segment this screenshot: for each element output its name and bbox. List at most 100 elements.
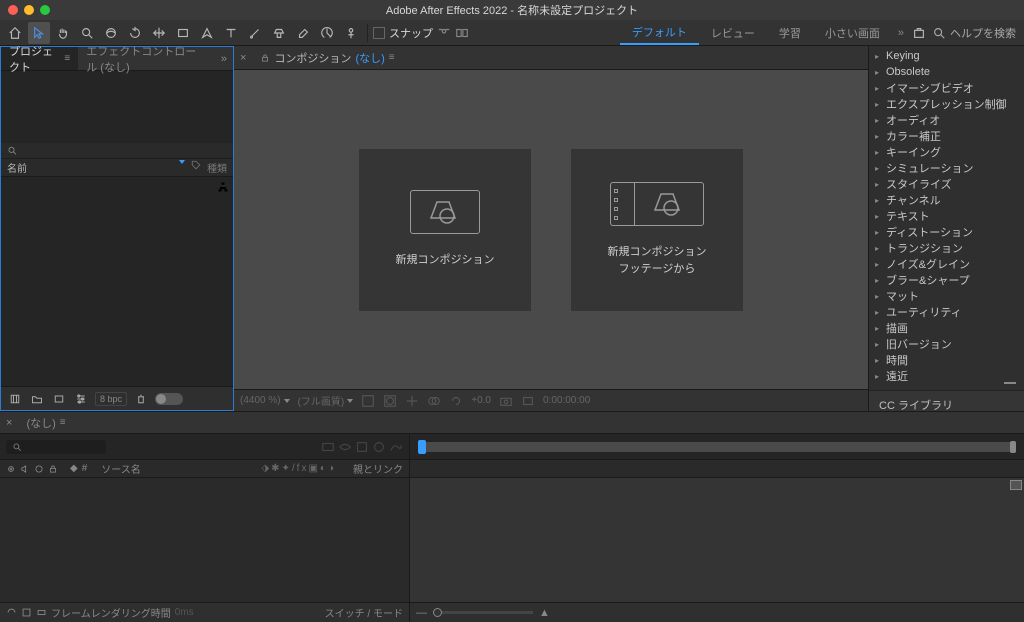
panel-menu-icon[interactable]: ≡ bbox=[389, 52, 395, 63]
minimize-icon[interactable] bbox=[24, 5, 34, 15]
toggle-2-icon[interactable] bbox=[21, 607, 32, 618]
channel-icon[interactable] bbox=[427, 394, 441, 408]
show-snapshot-icon[interactable] bbox=[521, 394, 535, 408]
snapshot-icon[interactable] bbox=[499, 394, 513, 408]
column-type[interactable]: 種類 bbox=[207, 160, 227, 175]
clone-stamp-tool[interactable] bbox=[268, 22, 290, 44]
panel-overflow[interactable]: » bbox=[215, 53, 233, 65]
effect-category[interactable]: ▸ブラー&シャープ bbox=[869, 272, 1024, 288]
frame-blend-icon[interactable] bbox=[355, 440, 369, 454]
project-search-input[interactable] bbox=[21, 145, 227, 156]
zoom-slider[interactable] bbox=[433, 611, 533, 614]
puppet-pin-tool[interactable] bbox=[340, 22, 362, 44]
time-navigator-bar[interactable] bbox=[418, 442, 1016, 452]
time-ruler[interactable] bbox=[410, 460, 1024, 478]
effect-category[interactable]: ▸描画 bbox=[869, 320, 1024, 336]
maximize-icon[interactable] bbox=[40, 5, 50, 15]
snap-options-icon[interactable] bbox=[437, 26, 451, 40]
effect-category[interactable]: ▸オーディオ bbox=[869, 112, 1024, 128]
workspace-review[interactable]: レビュー bbox=[699, 20, 767, 45]
selection-tool[interactable] bbox=[28, 22, 50, 44]
new-folder-icon[interactable] bbox=[29, 391, 45, 407]
rectangle-tool[interactable] bbox=[172, 22, 194, 44]
project-search[interactable] bbox=[1, 143, 233, 159]
tab-project[interactable]: プロジェクト ≡ bbox=[1, 47, 78, 70]
delete-icon[interactable] bbox=[133, 391, 149, 407]
timeline-layer-list[interactable] bbox=[0, 478, 409, 602]
mask-icon[interactable] bbox=[383, 394, 397, 408]
panel-menu-icon[interactable]: ≡ bbox=[60, 417, 66, 428]
column-name[interactable]: 名前 bbox=[7, 160, 27, 175]
lock-icon[interactable] bbox=[48, 464, 58, 474]
parent-link-header[interactable]: 親とリンク bbox=[353, 461, 403, 476]
toggle-switches-icon[interactable] bbox=[6, 607, 17, 618]
composition-tab[interactable]: コンポジション (なし) ≡ bbox=[252, 50, 402, 66]
source-name-header[interactable]: ソース名 bbox=[101, 461, 141, 476]
time-navigator-end-handle[interactable] bbox=[1010, 441, 1016, 453]
new-comp-from-footage-button[interactable]: 新規コンポジションフッテージから bbox=[571, 149, 743, 311]
interpret-footage-icon[interactable] bbox=[7, 391, 23, 407]
effect-category[interactable]: ▸テキスト bbox=[869, 208, 1024, 224]
effect-category[interactable]: ▸トランジション bbox=[869, 240, 1024, 256]
video-eye-icon[interactable] bbox=[6, 464, 16, 474]
exposure-value[interactable]: +0.0 bbox=[471, 395, 491, 406]
snap-toggle[interactable]: スナップ bbox=[373, 25, 469, 41]
render-toggle[interactable] bbox=[155, 393, 183, 405]
lock-icon[interactable] bbox=[260, 53, 270, 63]
roto-brush-tool[interactable] bbox=[316, 22, 338, 44]
time-navigator-start-handle[interactable] bbox=[418, 440, 426, 454]
snap-bounds-icon[interactable] bbox=[455, 26, 469, 40]
brush-tool[interactable] bbox=[244, 22, 266, 44]
hand-tool[interactable] bbox=[52, 22, 74, 44]
time-navigator[interactable] bbox=[410, 434, 1024, 460]
share-icon[interactable] bbox=[912, 26, 926, 40]
zoom-in-icon[interactable]: ▲ bbox=[539, 607, 550, 619]
shy-icon[interactable] bbox=[338, 440, 352, 454]
type-tool[interactable] bbox=[220, 22, 242, 44]
tab-effect-controls[interactable]: エフェクトコントロール (なし) bbox=[78, 47, 215, 70]
rotate-tool[interactable] bbox=[124, 22, 146, 44]
effect-category[interactable]: ▸カラー補正 bbox=[869, 128, 1024, 144]
timecode-display[interactable]: 0:00:00:00 bbox=[543, 395, 590, 406]
close-tab-icon[interactable]: × bbox=[234, 52, 252, 64]
graph-editor-icon[interactable] bbox=[389, 440, 403, 454]
panel-options-icon[interactable] bbox=[1004, 382, 1016, 384]
new-comp-icon[interactable] bbox=[51, 391, 67, 407]
effect-category[interactable]: ▸チャンネル bbox=[869, 192, 1024, 208]
pen-tool[interactable] bbox=[196, 22, 218, 44]
close-tab-icon[interactable]: × bbox=[0, 417, 18, 429]
effect-category[interactable]: ▸Obsolete bbox=[869, 64, 1024, 80]
pan-behind-tool[interactable] bbox=[148, 22, 170, 44]
audio-speaker-icon[interactable] bbox=[20, 464, 30, 474]
home-button[interactable] bbox=[4, 22, 26, 44]
effect-category[interactable]: ▸スタイライズ bbox=[869, 176, 1024, 192]
help-search[interactable]: ヘルプを検索 bbox=[932, 25, 1016, 41]
effect-category[interactable]: ▸イマーシブビデオ bbox=[869, 80, 1024, 96]
reset-exposure-icon[interactable] bbox=[449, 394, 463, 408]
effect-category[interactable]: ▸エクスプレッション制御 bbox=[869, 96, 1024, 112]
motion-blur-icon[interactable] bbox=[372, 440, 386, 454]
eraser-tool[interactable] bbox=[292, 22, 314, 44]
timeline-search[interactable] bbox=[6, 440, 106, 454]
new-composition-button[interactable]: 新規コンポジション bbox=[359, 149, 531, 311]
effect-category[interactable]: ▸シミュレーション bbox=[869, 160, 1024, 176]
zoom-dropdown[interactable]: (4400 %) bbox=[240, 395, 290, 406]
effect-category[interactable]: ▸マット bbox=[869, 288, 1024, 304]
effect-category[interactable]: ▸旧バージョン bbox=[869, 336, 1024, 352]
effect-category[interactable]: ▸遠近 bbox=[869, 368, 1024, 384]
orbit-tool[interactable] bbox=[100, 22, 122, 44]
switch-mode-button[interactable]: スイッチ / モード bbox=[325, 605, 403, 620]
solo-icon[interactable] bbox=[34, 464, 44, 474]
guides-icon[interactable] bbox=[405, 394, 419, 408]
zoom-tool[interactable] bbox=[76, 22, 98, 44]
effect-category[interactable]: ▸ノイズ&グレイン bbox=[869, 256, 1024, 272]
sort-indicator-icon[interactable] bbox=[179, 160, 185, 164]
effects-list[interactable]: ▸Keying▸Obsolete▸イマーシブビデオ▸エクスプレッション制御▸オー… bbox=[869, 46, 1024, 386]
adjustment-icon[interactable] bbox=[73, 391, 89, 407]
zoom-out-icon[interactable]: — bbox=[416, 607, 427, 619]
effect-category[interactable]: ▸Keying bbox=[869, 48, 1024, 64]
workspace-small[interactable]: 小さい画面 bbox=[813, 20, 892, 45]
bpc-button[interactable]: 8 bpc bbox=[95, 392, 127, 406]
timeline-tracks[interactable] bbox=[410, 478, 1024, 602]
transparency-grid-icon[interactable] bbox=[361, 394, 375, 408]
